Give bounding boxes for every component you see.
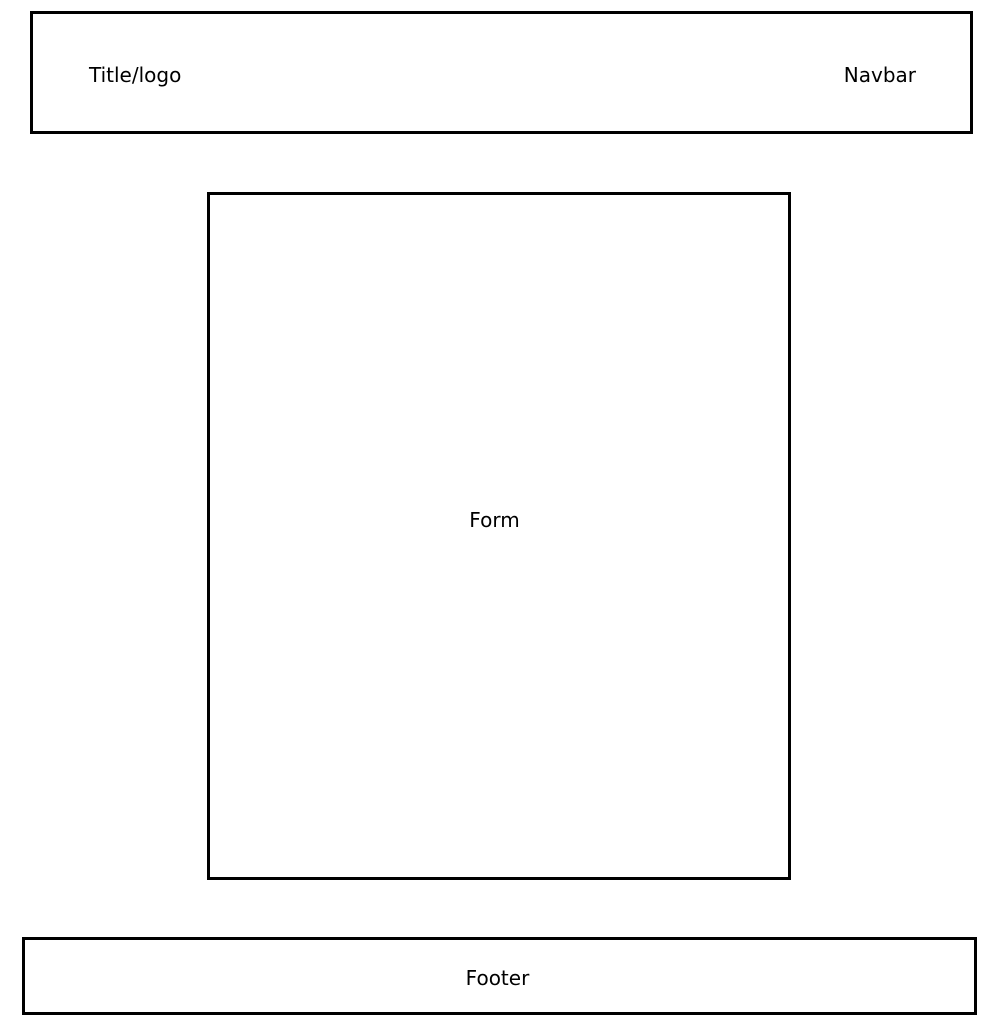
navbar-label: Navbar — [843, 63, 916, 87]
form-block: Form — [207, 192, 791, 880]
title-logo-label: Title/logo — [89, 63, 182, 87]
header-block: Title/logo Navbar — [30, 11, 973, 134]
footer-label: Footer — [465, 966, 530, 990]
footer-block: Footer — [22, 937, 977, 1015]
form-label: Form — [469, 508, 520, 532]
